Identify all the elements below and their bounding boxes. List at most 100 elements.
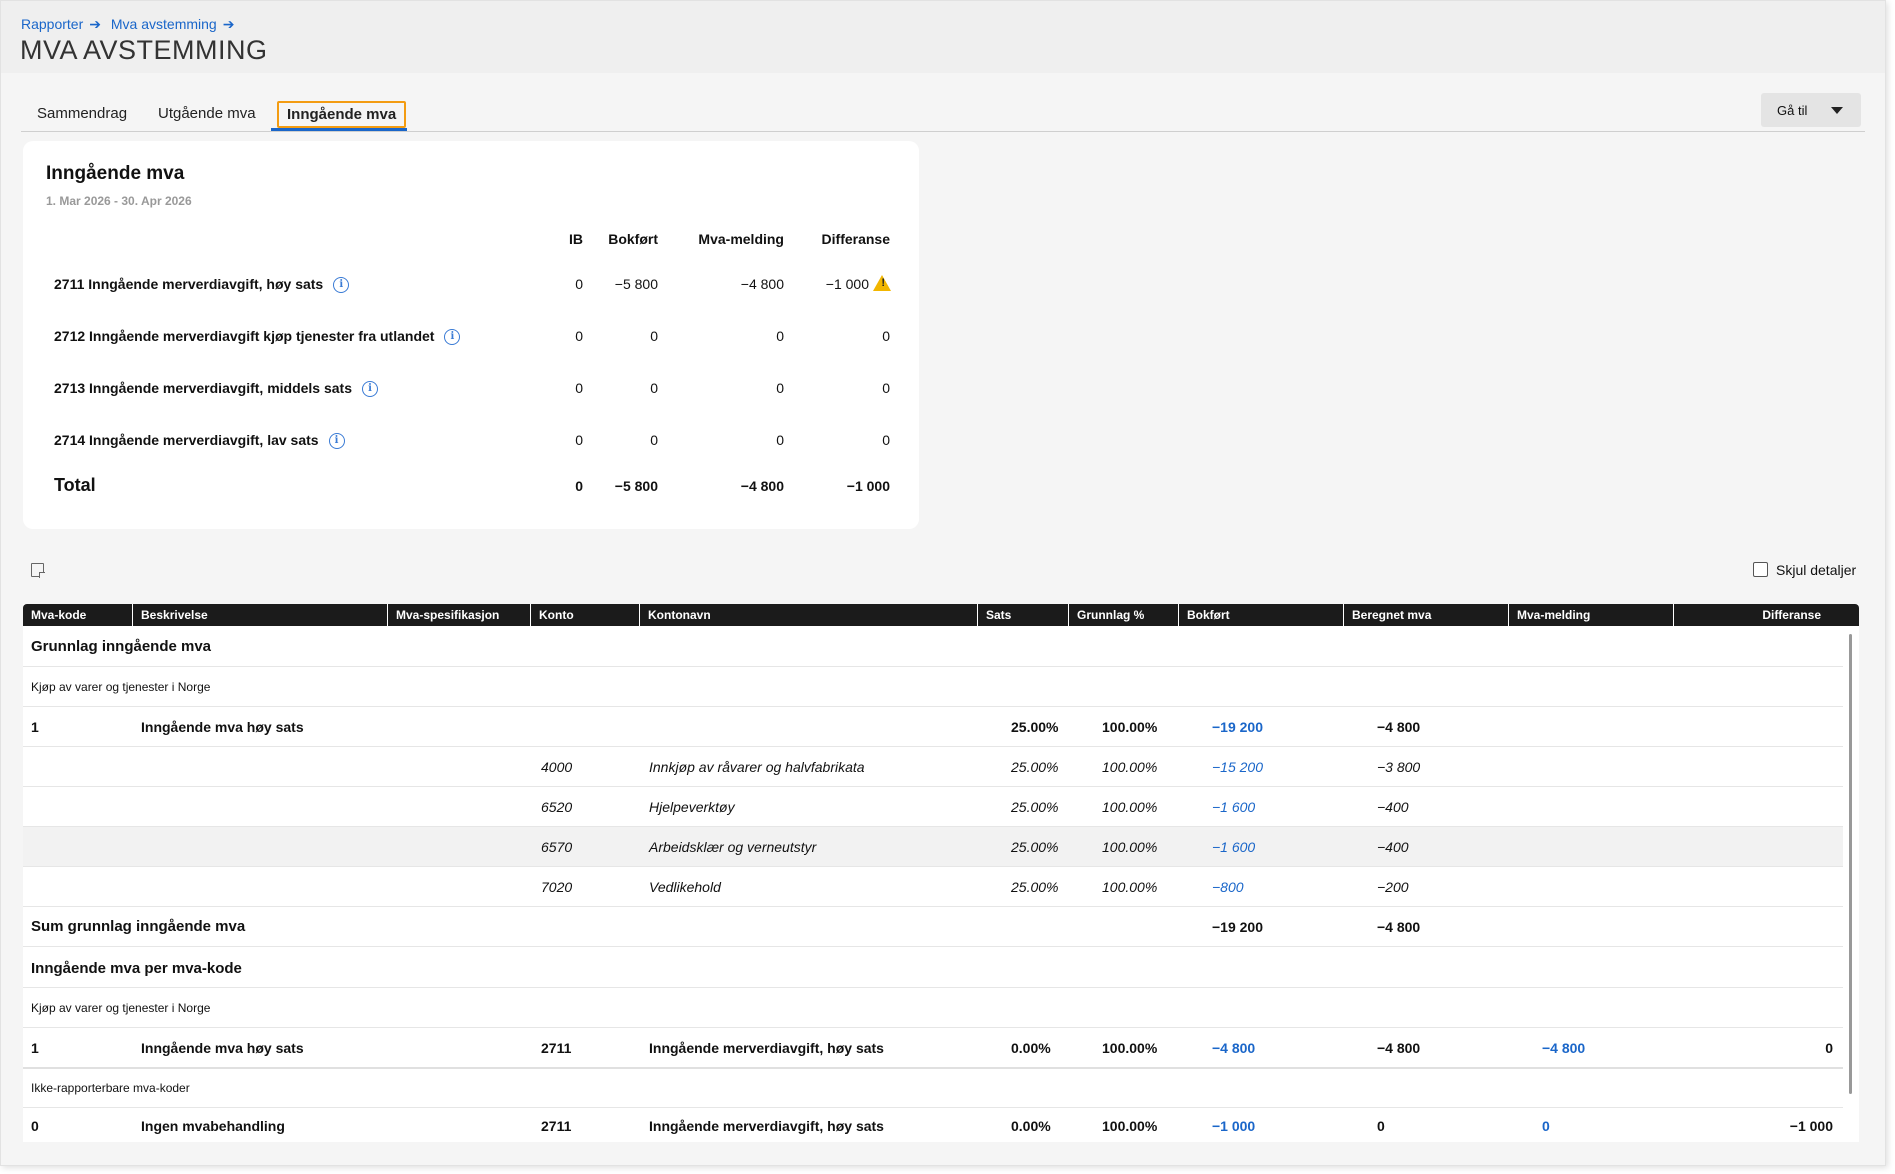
mva-melding-total: −4 800	[740, 478, 784, 494]
konto: 6520	[541, 799, 573, 815]
grunnlag: 100.00%	[1102, 719, 1158, 735]
bokfort-link[interactable]: −1 000	[1212, 1118, 1255, 1134]
group-title: Ikke-rapporterbare mva-koder	[31, 1081, 190, 1095]
bokfort-value: −5 800	[614, 276, 658, 292]
bokfort-total: −5 800	[614, 478, 658, 494]
col-differanse[interactable]: Differanse	[1674, 604, 1859, 626]
col-grunnlag[interactable]: Grunnlag %	[1069, 604, 1179, 626]
info-icon[interactable]: i	[362, 381, 379, 398]
col-mva-kode[interactable]: Mva-kode	[23, 604, 133, 626]
beregnet-mva: −400	[1377, 839, 1409, 855]
tab-inngaende-mva[interactable]: Inngående mva	[277, 101, 407, 128]
tab-utgaende-mva[interactable]: Utgående mva	[158, 105, 256, 122]
tab-bar: Sammendrag Utgående mva Inngående mva	[21, 101, 1865, 132]
hide-details-label: Skjul detaljer	[1776, 562, 1857, 578]
bokfort-link[interactable]: −19 200	[1212, 719, 1263, 735]
info-icon[interactable]: i	[444, 329, 461, 346]
summary-total-row: Total 0 −5 800 −4 800 −1 000	[23, 475, 919, 508]
beregnet-mva: −4 800	[1377, 1040, 1421, 1056]
sats: 25.00%	[1011, 719, 1059, 735]
table-row[interactable]: 6520 Hjelpeverktøy 25.00% 100.00% −1 600…	[23, 787, 1843, 827]
total-label: Total	[54, 475, 96, 495]
bokfort-link[interactable]: −800	[1212, 879, 1244, 895]
hide-details-toggle[interactable]: Skjul detaljer	[1753, 562, 1856, 578]
mva-melding-link[interactable]: 0	[1542, 1118, 1550, 1134]
grunnlag: 100.00%	[1102, 879, 1158, 895]
kontonavn: Inngående merverdiavgift, høy sats	[649, 1118, 884, 1134]
note-icon[interactable]	[31, 563, 45, 578]
table-row[interactable]: 4000 Innkjøp av råvarer og halvfabrikata…	[23, 747, 1843, 787]
col-konto[interactable]: Konto	[531, 604, 640, 626]
mva-melding-value: 0	[776, 432, 784, 448]
bokfort-value: 0	[650, 328, 658, 344]
col-header-ib: IB	[569, 231, 583, 247]
table-row[interactable]: 6570 Arbeidsklær og verneutstyr 25.00% 1…	[23, 827, 1843, 867]
sum-row: Sum grunnlag inngående mva −19 200 −4 80…	[23, 907, 1843, 947]
sats: 0.00%	[1011, 1040, 1051, 1056]
grid-header: Mva-kode Beskrivelse Mva-spesifikasjon K…	[23, 604, 1859, 626]
beskrivelse: Inngående mva høy sats	[141, 1040, 304, 1056]
mva-kode: 1	[31, 719, 39, 735]
vertical-scrollbar[interactable]	[1849, 634, 1852, 1094]
account-label: 2714 Inngående merverdiavgift, lav sats	[54, 432, 319, 448]
goto-label: Gå til	[1777, 103, 1808, 118]
col-mva-melding[interactable]: Mva-melding	[1509, 604, 1674, 626]
mva-kode: 0	[31, 1118, 39, 1134]
ib-value: 0	[575, 276, 583, 292]
kontonavn: Vedlikehold	[649, 879, 721, 895]
col-bokfort[interactable]: Bokført	[1179, 604, 1344, 626]
table-row[interactable]: 7020 Vedlikehold 25.00% 100.00% −800 −20…	[23, 867, 1843, 907]
table-row[interactable]: 1 Inngående mva høy sats 25.00% 100.00% …	[23, 707, 1843, 747]
group-row: Kjøp av varer og tjenester i Norge	[23, 988, 1843, 1028]
breadcrumb-link-rapporter[interactable]: Rapporter	[21, 16, 83, 32]
beregnet-mva: −400	[1377, 799, 1409, 815]
page-title: MVA AVSTEMMING	[20, 35, 268, 65]
konto: 6570	[541, 839, 573, 855]
mva-melding-link[interactable]: −4 800	[1542, 1040, 1585, 1056]
bokfort-link[interactable]: −15 200	[1212, 759, 1263, 775]
kontonavn: Innkjøp av råvarer og halvfabrikata	[649, 759, 865, 775]
col-beregnet-mva[interactable]: Beregnet mva	[1344, 604, 1509, 626]
beskrivelse: Inngående mva høy sats	[141, 719, 304, 735]
breadcrumb-link-mva-avstemming[interactable]: Mva avstemming	[111, 16, 217, 32]
info-icon[interactable]: i	[328, 433, 345, 450]
kontonavn: Arbeidsklær og verneutstyr	[649, 839, 817, 855]
differanse-total: −1 000	[846, 478, 890, 494]
kontonavn: Inngående merverdiavgift, høy sats	[649, 1040, 884, 1056]
konto: 2711	[541, 1118, 572, 1134]
grunnlag: 100.00%	[1102, 839, 1158, 855]
beregnet-mva: 0	[1377, 1118, 1385, 1134]
mva-grid: Mva-kode Beskrivelse Mva-spesifikasjon K…	[23, 604, 1859, 1142]
table-row[interactable]: 0 Ingen mvabehandling 2711 Inngående mer…	[23, 1108, 1843, 1142]
hide-details-checkbox[interactable]	[1753, 562, 1768, 577]
account-label: 2712 Inngående merverdiavgift kjøp tjene…	[54, 328, 435, 344]
col-sats[interactable]: Sats	[978, 604, 1069, 626]
arrow-right-icon: ➔	[89, 16, 101, 32]
bokfort-link[interactable]: −1 600	[1212, 839, 1255, 855]
ib-value: 0	[575, 432, 583, 448]
col-beskrivelse[interactable]: Beskrivelse	[133, 604, 388, 626]
konto: 7020	[541, 879, 573, 895]
info-icon[interactable]: i	[333, 277, 350, 294]
mva-melding-value: 0	[776, 328, 784, 344]
grunnlag: 100.00%	[1102, 1040, 1158, 1056]
bokfort-link[interactable]: −1 600	[1212, 799, 1255, 815]
goto-dropdown-button[interactable]: Gå til	[1761, 93, 1861, 127]
col-kontonavn[interactable]: Kontonavn	[640, 604, 978, 626]
sum-label: Sum grunnlag inngående mva	[31, 918, 246, 935]
col-mva-spesifikasjon[interactable]: Mva-spesifikasjon	[388, 604, 531, 626]
bokfort-link[interactable]: −4 800	[1212, 1040, 1255, 1056]
mva-kode: 1	[31, 1040, 39, 1056]
ib-value: 0	[575, 380, 583, 396]
sum-bokfort: −19 200	[1212, 919, 1263, 935]
sats: 25.00%	[1011, 839, 1059, 855]
konto: 4000	[541, 759, 573, 775]
kontonavn: Hjelpeverktøy	[649, 799, 735, 815]
section-row: Inngående mva per mva-kode	[23, 947, 1843, 988]
ib-total: 0	[575, 478, 583, 494]
table-row[interactable]: 1 Inngående mva høy sats 2711 Inngående …	[23, 1028, 1843, 1069]
tab-sammendrag[interactable]: Sammendrag	[37, 105, 127, 122]
page-header: Rapporter ➔ Mva avstemming ➔ MVA AVSTEMMIN…	[1, 1, 1885, 73]
grunnlag: 100.00%	[1102, 1118, 1158, 1134]
section-title: Inngående mva per mva-kode	[31, 960, 242, 977]
